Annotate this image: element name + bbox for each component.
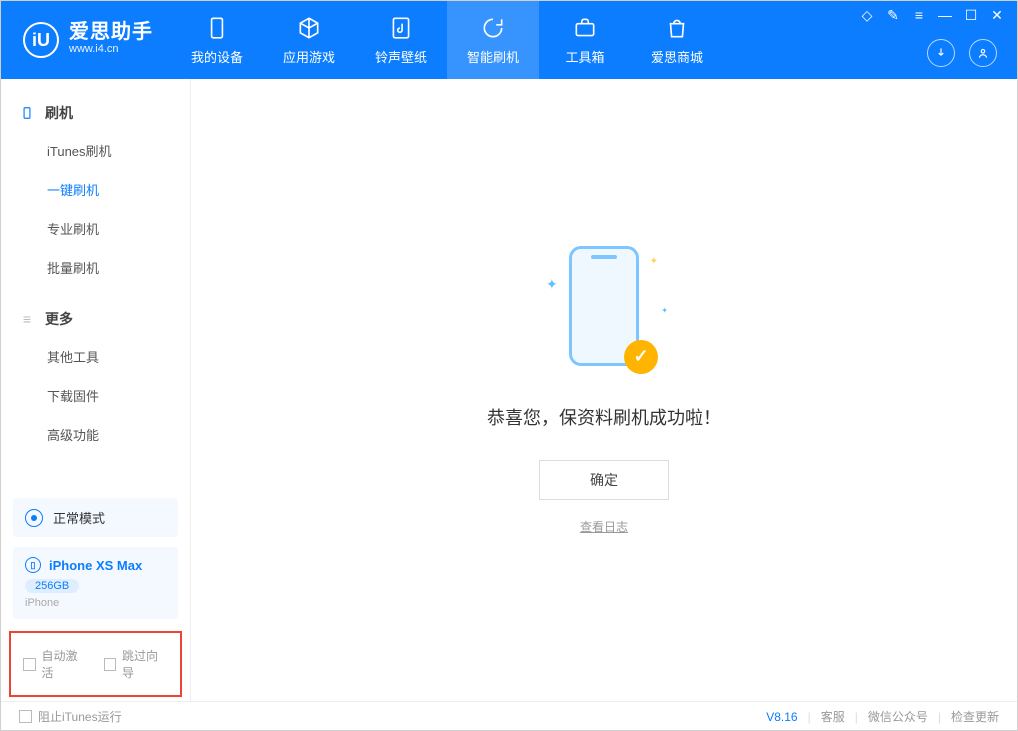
sparkle-icon: ✦ — [546, 276, 558, 293]
device-name: iPhone XS Max — [49, 558, 142, 573]
nav-label: 铃声壁纸 — [375, 47, 427, 66]
sidebar: 刷机 iTunes刷机 一键刷机 专业刷机 批量刷机 ≡ 更多 其他工具 下载固… — [1, 79, 191, 701]
sidebar-scroll: 刷机 iTunes刷机 一键刷机 专业刷机 批量刷机 ≡ 更多 其他工具 下载固… — [1, 79, 190, 498]
sidebar-group-more: ≡ 更多 — [1, 301, 190, 337]
cube-icon — [296, 15, 322, 41]
checkbox-icon — [23, 658, 36, 671]
nav-my-device[interactable]: 我的设备 — [171, 1, 263, 79]
maximize-button[interactable]: ☐ — [963, 7, 979, 24]
menu-icon[interactable]: ≡ — [911, 7, 927, 24]
device-type: iPhone — [25, 597, 166, 609]
nav-smart-flash[interactable]: 智能刷机 — [447, 1, 539, 79]
sidebar-item-other-tools[interactable]: 其他工具 — [1, 337, 190, 376]
logo-icon: iU — [23, 22, 59, 58]
footer-link-update[interactable]: 检查更新 — [951, 708, 999, 725]
sidebar-bottom-highlighted: 自动激活 跳过向导 — [9, 631, 182, 697]
user-account-icon[interactable] — [969, 39, 997, 67]
main-panel: ✦ ✦ ✦ ✓ 恭喜您，保资料刷机成功啦！ 确定 查看日志 — [191, 79, 1017, 701]
refresh-shield-icon — [480, 15, 506, 41]
status-bar: 阻止iTunes运行 V8.16 | 客服 | 微信公众号 | 检查更新 — [1, 701, 1017, 731]
sparkle-icon: ✦ — [650, 256, 658, 267]
footer-link-support[interactable]: 客服 — [821, 708, 845, 725]
sidebar-item-advanced[interactable]: 高级功能 — [1, 415, 190, 454]
sparkle-icon: ✦ — [661, 306, 668, 315]
app-name-en: www.i4.cn — [69, 42, 153, 57]
checkbox-label: 阻止iTunes运行 — [38, 708, 122, 725]
briefcase-icon — [572, 15, 598, 41]
version-label: V8.16 — [766, 710, 797, 724]
window-controls: ◇ ✎ ≡ ― ☐ ✕ — [859, 7, 1005, 24]
checkbox-label: 跳过向导 — [122, 647, 168, 681]
nav-label: 爱思商城 — [651, 47, 703, 66]
group-title-text: 刷机 — [45, 103, 73, 123]
music-file-icon — [388, 15, 414, 41]
separator: | — [808, 710, 811, 724]
nav-label: 智能刷机 — [467, 47, 519, 66]
close-button[interactable]: ✕ — [989, 7, 1005, 24]
nav-label: 应用游戏 — [283, 47, 335, 66]
skin-icon[interactable]: ◇ — [859, 7, 875, 24]
checkbox-icon — [104, 658, 117, 671]
sidebar-item-pro-flash[interactable]: 专业刷机 — [1, 209, 190, 248]
phone-icon — [19, 105, 35, 121]
download-manager-icon[interactable] — [927, 39, 955, 67]
nav-label: 工具箱 — [565, 47, 604, 66]
device-card[interactable]: ▯ iPhone XS Max 256GB iPhone — [13, 547, 178, 619]
checkbox-icon — [19, 710, 32, 723]
top-nav: 我的设备 应用游戏 铃声壁纸 智能刷机 工具箱 爱思商城 — [171, 1, 723, 79]
sidebar-item-oneclick-flash[interactable]: 一键刷机 — [1, 170, 190, 209]
bag-icon — [664, 15, 690, 41]
device-storage-badge: 256GB — [25, 579, 79, 593]
device-mode-card[interactable]: 正常模式 — [13, 498, 178, 537]
minimize-button[interactable]: ― — [937, 7, 953, 24]
logo-text: 爱思助手 www.i4.cn — [69, 22, 153, 57]
sidebar-item-download-firmware[interactable]: 下载固件 — [1, 376, 190, 415]
checkbox-skip-guide[interactable]: 跳过向导 — [104, 647, 169, 681]
list-icon: ≡ — [19, 311, 35, 327]
feedback-icon[interactable]: ✎ — [885, 7, 901, 24]
nav-store[interactable]: 爱思商城 — [631, 1, 723, 79]
sidebar-item-itunes-flash[interactable]: iTunes刷机 — [1, 131, 190, 170]
app-body: 刷机 iTunes刷机 一键刷机 专业刷机 批量刷机 ≡ 更多 其他工具 下载固… — [1, 79, 1017, 701]
nav-label: 我的设备 — [191, 47, 243, 66]
nav-ringtone-wallpaper[interactable]: 铃声壁纸 — [355, 1, 447, 79]
ok-button[interactable]: 确定 — [539, 460, 669, 500]
checkbox-block-itunes[interactable]: 阻止iTunes运行 — [19, 708, 122, 725]
device-phone-icon: ▯ — [25, 557, 41, 573]
success-message: 恭喜您，保资料刷机成功啦！ — [487, 404, 721, 430]
device-icon — [204, 15, 230, 41]
separator: | — [938, 710, 941, 724]
mode-indicator-icon — [25, 509, 43, 527]
header-right-actions — [927, 39, 997, 67]
success-illustration: ✦ ✦ ✦ ✓ — [544, 246, 664, 376]
nav-toolbox[interactable]: 工具箱 — [539, 1, 631, 79]
sidebar-group-flash: 刷机 — [1, 95, 190, 131]
footer-link-wechat[interactable]: 微信公众号 — [868, 708, 928, 725]
app-logo: iU 爱思助手 www.i4.cn — [1, 22, 171, 58]
group-title-text: 更多 — [45, 309, 73, 329]
checkbox-label: 自动激活 — [42, 647, 88, 681]
checkbox-auto-activate[interactable]: 自动激活 — [23, 647, 88, 681]
check-badge-icon: ✓ — [624, 340, 658, 374]
nav-apps-games[interactable]: 应用游戏 — [263, 1, 355, 79]
app-name-cn: 爱思助手 — [69, 22, 153, 42]
app-header: iU 爱思助手 www.i4.cn 我的设备 应用游戏 铃声壁纸 智能刷机 工具… — [1, 1, 1017, 79]
sidebar-item-batch-flash[interactable]: 批量刷机 — [1, 248, 190, 287]
view-log-link[interactable]: 查看日志 — [580, 518, 628, 535]
mode-label: 正常模式 — [53, 508, 105, 527]
separator: | — [855, 710, 858, 724]
